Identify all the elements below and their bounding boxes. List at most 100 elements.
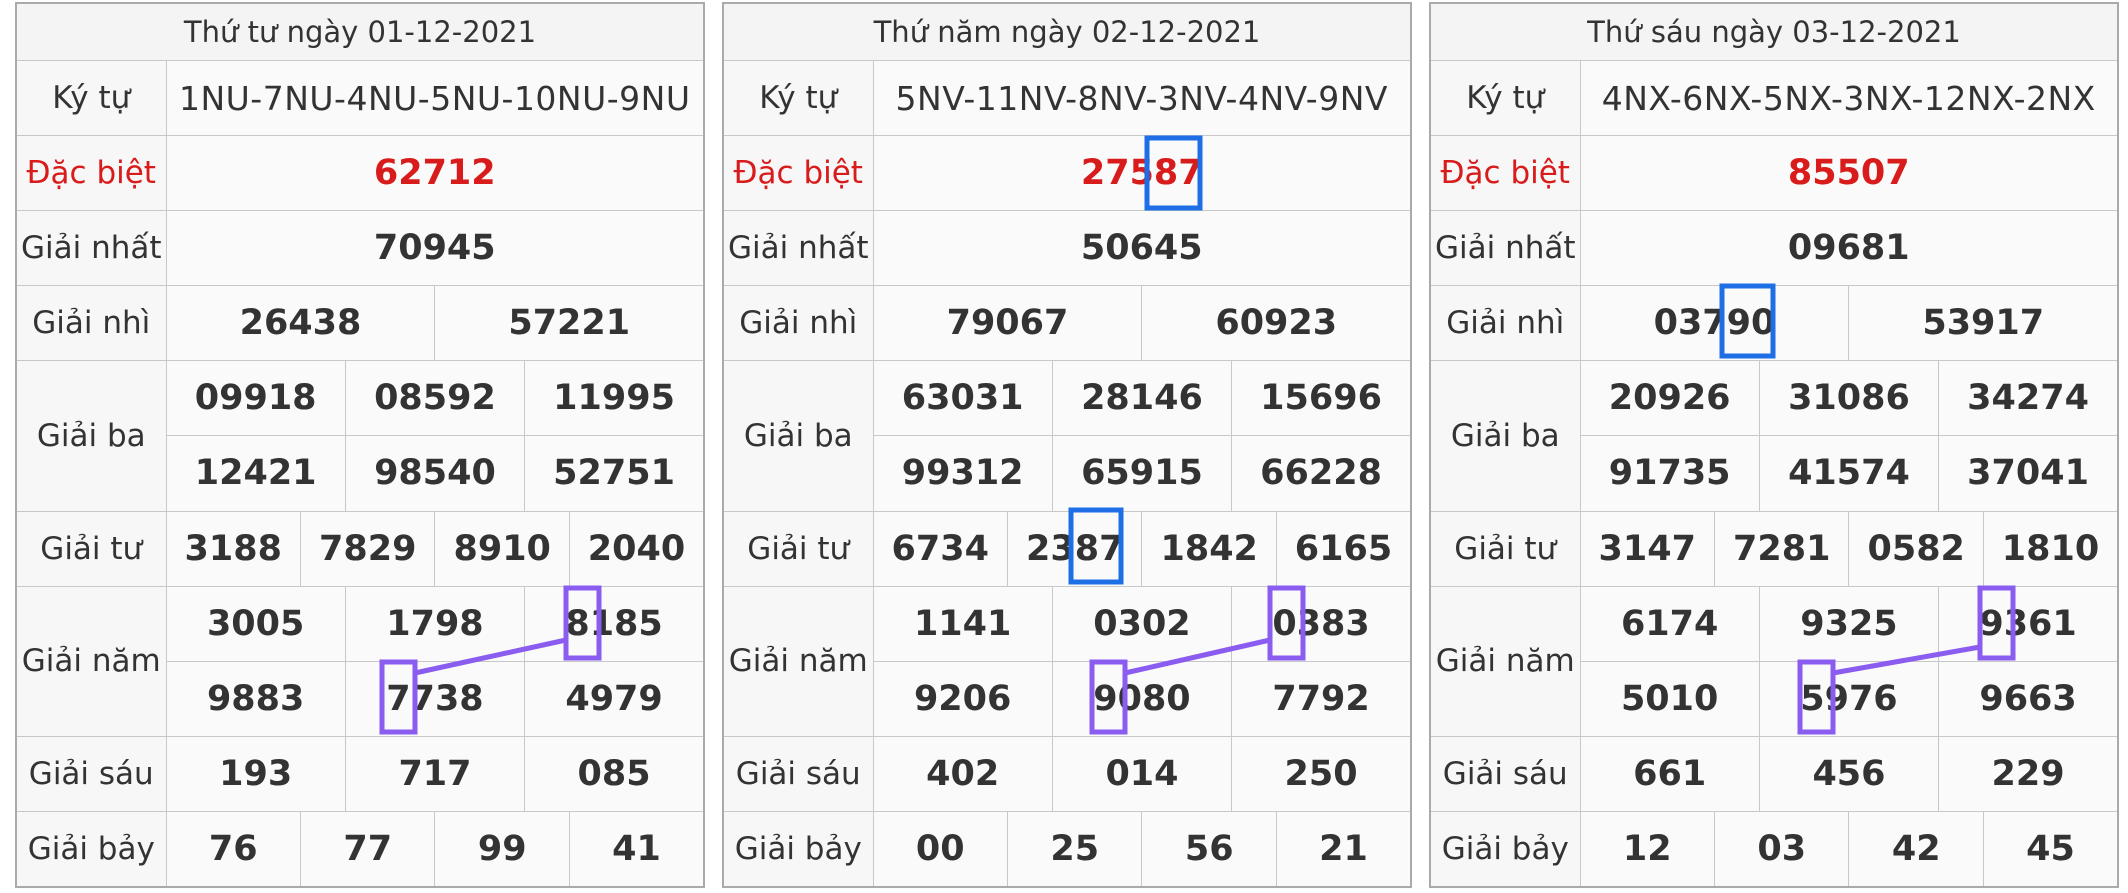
fifth-prize: 5010	[1579, 660, 1760, 737]
label-ky-tu: Ký tự	[1429, 60, 1581, 137]
label-giai-ba: Giải ba	[722, 360, 874, 512]
fourth-prize: 2040	[568, 510, 705, 587]
seventh-prize: 56	[1141, 810, 1277, 888]
fifth-prize: 6174	[1579, 585, 1760, 662]
seventh-prize: 12	[1579, 810, 1715, 888]
date-title: Thứ sáu ngày 03-12-2021	[1429, 2, 2119, 62]
label-giai-nam: Giải năm	[722, 585, 874, 737]
label-giai-bay: Giải bảy	[1429, 810, 1581, 888]
seventh-prize: 42	[1848, 810, 1984, 888]
date-title: Thứ tư ngày 01-12-2021	[15, 2, 705, 62]
label-dac-biet: Đặc biệt	[15, 135, 167, 212]
label-giai-tu: Giải tư	[15, 510, 167, 587]
fourth-prize: 0582	[1848, 510, 1984, 587]
seventh-prize: 41	[568, 810, 705, 888]
label-giai-sau: Giải sáu	[1429, 735, 1581, 812]
special-prize: 85507	[1579, 135, 2119, 212]
second-prize: 60923	[1141, 285, 1412, 362]
fourth-prize: 1842	[1141, 510, 1277, 587]
fifth-prize: 4979	[524, 660, 705, 737]
fifth-prize: 1141	[872, 585, 1053, 662]
fourth-prize: 2387	[1006, 510, 1143, 587]
seventh-prize: 77	[299, 810, 436, 888]
fifth-prize: 9080	[1051, 660, 1233, 737]
result-panel-2: Thứ năm ngày 02-12-2021 Ký tự 5NV-11NV-8…	[722, 2, 1412, 888]
third-prize: 09918	[165, 360, 346, 437]
fifth-prize: 9361	[1938, 585, 2119, 662]
label-giai-bay: Giải bảy	[722, 810, 874, 888]
serial-code: 5NV-11NV-8NV-3NV-4NV-9NV	[872, 60, 1412, 137]
label-giai-sau: Giải sáu	[15, 735, 167, 812]
fifth-prize: 3005	[165, 585, 346, 662]
sixth-prize: 250	[1231, 735, 1412, 812]
second-prize: 53917	[1848, 285, 2119, 362]
label-giai-nhat: Giải nhất	[1429, 210, 1581, 287]
third-prize: 37041	[1938, 435, 2119, 512]
fifth-prize: 9663	[1938, 660, 2119, 737]
third-prize: 12421	[165, 435, 346, 512]
label-giai-nhat: Giải nhất	[722, 210, 874, 287]
result-table-2: Thứ năm ngày 02-12-2021 Ký tự 5NV-11NV-8…	[722, 2, 1412, 888]
fourth-prize: 7281	[1713, 510, 1850, 587]
second-prize: 57221	[434, 285, 705, 362]
fifth-prize: 9883	[165, 660, 346, 737]
serial-code: 1NU-7NU-4NU-5NU-10NU-9NU	[165, 60, 705, 137]
label-ky-tu: Ký tự	[722, 60, 874, 137]
seventh-prize: 25	[1006, 810, 1143, 888]
special-prize: 62712	[165, 135, 705, 212]
special-prize: 27587	[872, 135, 1412, 212]
first-prize: 70945	[165, 210, 705, 287]
third-prize: 52751	[524, 435, 705, 512]
result-panel-1: Thứ tư ngày 01-12-2021 Ký tự 1NU-7NU-4NU…	[15, 2, 705, 888]
date-title: Thứ năm ngày 02-12-2021	[722, 2, 1412, 62]
label-giai-nhi: Giải nhì	[1429, 285, 1581, 362]
third-prize: 34274	[1938, 360, 2119, 437]
second-prize: 03790	[1579, 285, 1850, 362]
sixth-prize: 717	[344, 735, 526, 812]
sixth-prize: 193	[165, 735, 346, 812]
fifth-prize: 0302	[1051, 585, 1233, 662]
fifth-prize: 7738	[344, 660, 526, 737]
third-prize: 08592	[344, 360, 526, 437]
label-ky-tu: Ký tự	[15, 60, 167, 137]
third-prize: 20926	[1579, 360, 1760, 437]
label-giai-tu: Giải tư	[722, 510, 874, 587]
fourth-prize: 1810	[1982, 510, 2119, 587]
label-dac-biet: Đặc biệt	[1429, 135, 1581, 212]
result-table-1: Thứ tư ngày 01-12-2021 Ký tự 1NU-7NU-4NU…	[15, 2, 705, 888]
label-giai-nhi: Giải nhì	[15, 285, 167, 362]
third-prize: 31086	[1758, 360, 1940, 437]
sixth-prize: 014	[1051, 735, 1233, 812]
result-panel-3: Thứ sáu ngày 03-12-2021 Ký tự 4NX-6NX-5N…	[1429, 2, 2119, 888]
sixth-prize: 229	[1938, 735, 2119, 812]
third-prize: 66228	[1231, 435, 1412, 512]
sixth-prize: 085	[524, 735, 705, 812]
third-prize: 91735	[1579, 435, 1760, 512]
fourth-prize: 6165	[1275, 510, 1412, 587]
label-giai-ba: Giải ba	[1429, 360, 1581, 512]
sixth-prize: 661	[1579, 735, 1760, 812]
third-prize: 28146	[1051, 360, 1233, 437]
third-prize: 11995	[524, 360, 705, 437]
fourth-prize: 3188	[165, 510, 301, 587]
third-prize: 99312	[872, 435, 1053, 512]
third-prize: 63031	[872, 360, 1053, 437]
second-prize: 79067	[872, 285, 1143, 362]
fifth-prize: 9206	[872, 660, 1053, 737]
third-prize: 15696	[1231, 360, 1412, 437]
first-prize: 09681	[1579, 210, 2119, 287]
third-prize: 41574	[1758, 435, 1940, 512]
fifth-prize: 1798	[344, 585, 526, 662]
seventh-prize: 21	[1275, 810, 1412, 888]
label-giai-nhat: Giải nhất	[15, 210, 167, 287]
seventh-prize: 99	[434, 810, 570, 888]
serial-code: 4NX-6NX-5NX-3NX-12NX-2NX	[1579, 60, 2119, 137]
sixth-prize: 402	[872, 735, 1053, 812]
fifth-prize: 8185	[524, 585, 705, 662]
fourth-prize: 7829	[299, 510, 436, 587]
third-prize: 65915	[1051, 435, 1233, 512]
third-prize: 98540	[344, 435, 526, 512]
label-giai-tu: Giải tư	[1429, 510, 1581, 587]
seventh-prize: 00	[872, 810, 1008, 888]
label-giai-nhi: Giải nhì	[722, 285, 874, 362]
